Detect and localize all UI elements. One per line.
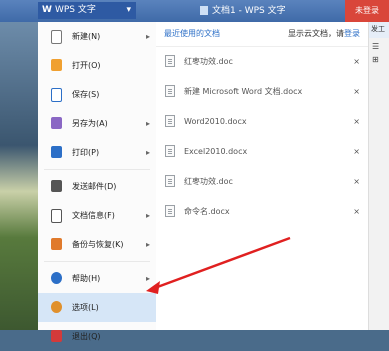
document-file-icon [165,55,175,67]
submenu-arrow-icon: ▸ [145,148,150,157]
remove-icon[interactable]: × [353,197,360,227]
remove-icon[interactable]: × [353,107,360,137]
recent-doc-item[interactable]: 红枣功效.doc × [156,47,368,77]
login-link[interactable]: 登录 [344,29,360,38]
align-icon[interactable]: ☰ [369,38,389,51]
login-status-button[interactable]: 未登录 [345,0,389,22]
save-icon [51,88,62,102]
exit-icon [51,330,62,342]
ribbon-partial: 发工 ☰ ⊞ [368,22,389,330]
title-bar: W WPS 文字 ▾ 文档1 - WPS 文字 未登录 [0,0,389,22]
submenu-arrow-icon: ▸ [145,119,150,128]
recent-doc-item[interactable]: 新建 Microsoft Word 文档.docx × [156,77,368,107]
menu-item-save[interactable]: 保存(S) [38,80,156,109]
submenu-arrow-icon: ▸ [145,32,150,41]
menu-divider [44,261,150,262]
file-menu: 新建(N) ▸ 打开(O) 保存(S) 另存为(A) ▸ 打印(P) ▸ 发送邮… [38,22,157,342]
help-icon [51,272,62,284]
info-icon [51,209,62,223]
menu-item-options[interactable]: 选项(L) [38,293,156,322]
remove-icon[interactable]: × [353,47,360,77]
backup-icon [51,238,62,250]
recent-header: 最近使用的文档 显示云文档，请登录 [156,22,368,47]
grid-icon[interactable]: ⊞ [369,51,389,64]
document-file-icon [165,205,175,217]
menu-item-backup[interactable]: 备份与恢复(K) ▸ [38,230,156,259]
document-icon [200,6,208,15]
menu-item-doc-info[interactable]: 文档信息(F) ▸ [38,201,156,230]
printer-icon [51,146,62,158]
menu-item-help[interactable]: 帮助(H) ▸ [38,264,156,293]
submenu-arrow-icon: ▸ [145,274,150,283]
remove-icon[interactable]: × [353,77,360,107]
recent-documents-panel: 最近使用的文档 显示云文档，请登录 红枣功效.doc × 新建 Microsof… [156,22,368,330]
submenu-arrow-icon: ▸ [145,240,150,249]
recent-doc-item[interactable]: Excel2010.docx × [156,137,368,167]
document-file-icon [165,175,175,187]
menu-item-print[interactable]: 打印(P) ▸ [38,138,156,167]
recent-doc-item[interactable]: Word2010.docx × [156,107,368,137]
open-folder-icon [51,59,62,71]
chevron-down-icon: ▾ [126,5,131,15]
options-gear-icon [51,301,62,313]
document-file-icon [165,145,175,157]
wps-app-menu-button[interactable]: W WPS 文字 ▾ [38,2,136,19]
new-doc-icon [51,30,62,44]
menu-item-exit[interactable]: 退出(Q) [38,322,156,351]
submenu-arrow-icon: ▸ [145,211,150,220]
document-title: 文档1 - WPS 文字 [200,0,286,22]
recent-doc-item[interactable]: 红枣功效.doc × [156,167,368,197]
desktop-background [0,22,38,330]
menu-item-send-mail[interactable]: 发送邮件(D) [38,172,156,201]
wps-logo-icon: W [42,5,52,15]
remove-icon[interactable]: × [353,137,360,167]
document-file-icon [165,85,175,97]
recent-title: 最近使用的文档 [164,29,220,38]
remove-icon[interactable]: × [353,167,360,197]
cloud-docs-notice: 显示云文档，请登录 [288,29,360,38]
menu-item-save-as[interactable]: 另存为(A) ▸ [38,109,156,138]
save-as-icon [51,117,62,129]
menu-item-open[interactable]: 打开(O) [38,51,156,80]
mail-icon [51,180,62,192]
recent-doc-item[interactable]: 命令名.docx × [156,197,368,227]
ribbon-tab[interactable]: 发工 [369,22,389,38]
menu-item-new[interactable]: 新建(N) ▸ [38,22,156,51]
menu-divider [44,169,150,170]
app-menu-label: WPS 文字 [54,5,96,15]
document-file-icon [165,115,175,127]
